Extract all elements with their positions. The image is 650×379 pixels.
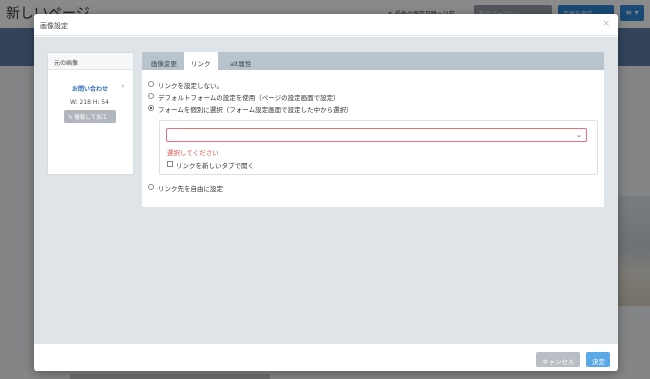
settings-panel: 画像変更 リンク alt属性 リンクを設定しない。 デフォルトフォームの設定を使… bbox=[142, 52, 604, 207]
form-select-error: 選択してください bbox=[167, 149, 219, 157]
new-tab-label: リンクを新しいタブで開く bbox=[176, 162, 254, 170]
option-default-form-label: デフォルトフォームの設定を使用（ページの設定画面で設定） bbox=[158, 94, 340, 102]
form-select-box: ⌄ 選択してください リンクを新しいタブで開く bbox=[159, 120, 598, 175]
modal-title: 画像設定 bbox=[40, 22, 68, 30]
radio-individual-form[interactable] bbox=[148, 105, 154, 111]
option-no-link-label: リンクを設定しない。 bbox=[158, 82, 223, 90]
image-settings-modal: 画像設定 × 元の画像 お問い合わせ › W: 218 H: 54 ✎ 複製して… bbox=[34, 14, 618, 371]
edit-icon: ✎ bbox=[68, 115, 73, 121]
duplicate-edit-label: 複製して加工 bbox=[74, 115, 108, 121]
radio-default-form[interactable] bbox=[148, 93, 154, 99]
radio-custom-link[interactable] bbox=[148, 184, 154, 190]
duplicate-edit-button[interactable]: ✎ 複製して加工 bbox=[64, 110, 116, 123]
confirm-button[interactable]: 決定 bbox=[586, 352, 610, 367]
tab-alt-attribute[interactable]: alt属性 bbox=[223, 52, 258, 70]
modal-body: 元の画像 お問い合わせ › W: 218 H: 54 ✎ 複製して加工 画像変更… bbox=[34, 37, 618, 343]
option-custom-link-label: リンク先を自由に設定 bbox=[158, 185, 223, 193]
close-icon[interactable]: × bbox=[602, 20, 610, 29]
radio-no-link[interactable] bbox=[148, 81, 154, 87]
modal-header: 画像設定 × bbox=[34, 14, 618, 36]
option-individual-form-label: フォームを個別に選択（フォーム設定画面で設定した中から選択） bbox=[158, 106, 353, 114]
image-dimensions: W: 218 H: 54 bbox=[70, 99, 109, 106]
tab-link[interactable]: リンク bbox=[184, 52, 218, 70]
original-image-panel: 元の画像 お問い合わせ › W: 218 H: 54 ✎ 複製して加工 bbox=[47, 52, 134, 175]
tab-bar: 画像変更 リンク alt属性 bbox=[142, 52, 604, 70]
original-image-heading: 元の画像 bbox=[48, 53, 133, 70]
cancel-button[interactable]: キャンセル bbox=[536, 352, 580, 367]
new-tab-checkbox[interactable] bbox=[167, 161, 173, 167]
modal-footer: キャンセル 決定 bbox=[34, 343, 618, 371]
form-select[interactable]: ⌄ bbox=[166, 128, 587, 142]
original-image-link[interactable]: お問い合わせ bbox=[72, 84, 108, 93]
chevron-down-icon: ⌄ bbox=[576, 131, 582, 139]
chevron-right-icon: › bbox=[121, 83, 124, 90]
link-tab-content: リンクを設定しない。 デフォルトフォームの設定を使用（ページの設定画面で設定） … bbox=[142, 70, 604, 207]
tab-image-change[interactable]: 画像変更 bbox=[144, 52, 184, 70]
